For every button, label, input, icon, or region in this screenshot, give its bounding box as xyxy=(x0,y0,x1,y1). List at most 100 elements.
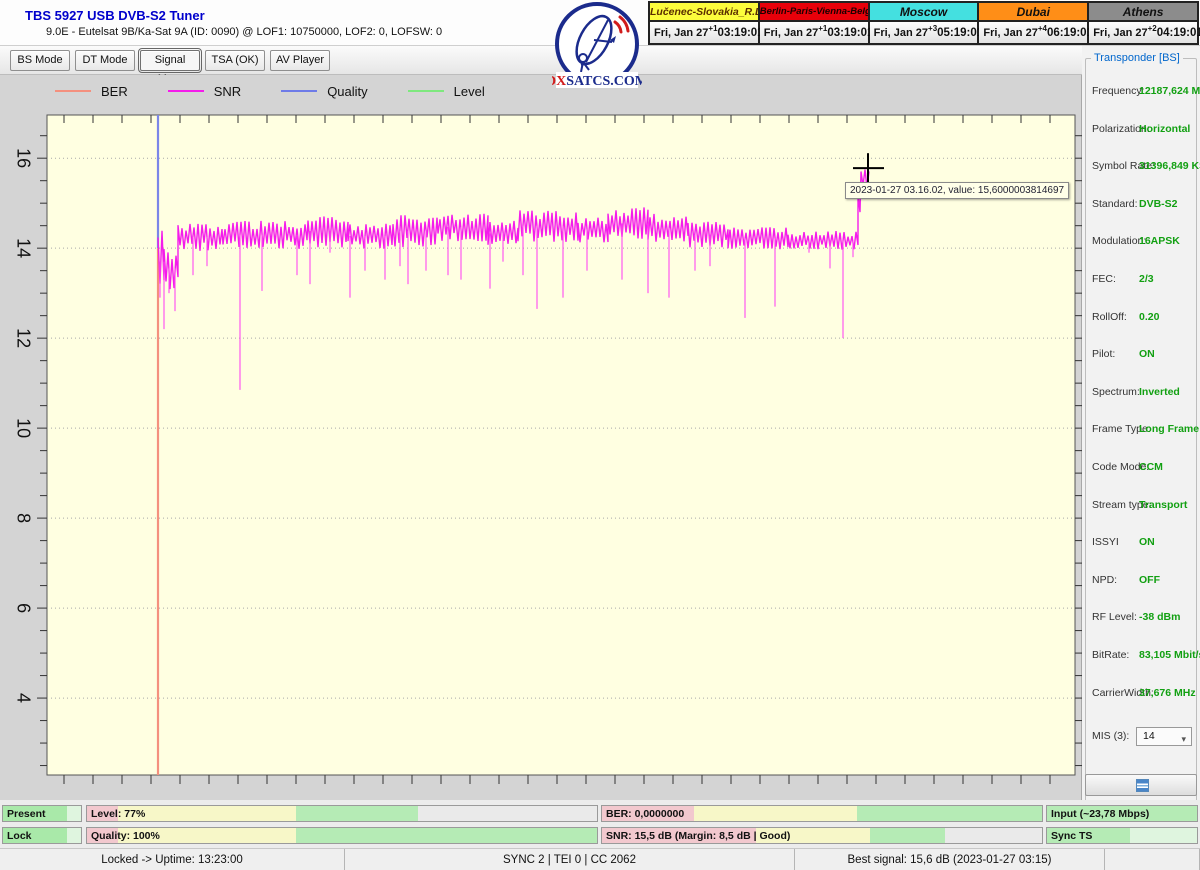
y-axis-label: 6 xyxy=(13,603,33,613)
tp-label: Standard: xyxy=(1092,198,1138,210)
clock-time: 06:19:01 xyxy=(1047,27,1093,39)
tp-value: 31396,849 KS/s xyxy=(1139,160,1200,172)
chart-tooltip: 2023-01-27 03.16.02, value: 15,600000381… xyxy=(845,182,1069,199)
tp-value: Inverted xyxy=(1139,386,1180,398)
stream-list-icon xyxy=(1136,779,1149,792)
tp-value: OFF xyxy=(1139,574,1160,586)
lock-indicator-label: Lock xyxy=(7,828,32,844)
tp-value: 16APSK xyxy=(1139,235,1180,247)
clock-cell-4: AthensFri, Jan 27+204:19:01 xyxy=(1089,3,1197,43)
clock-utc-offset: +2 xyxy=(1148,24,1157,33)
tp-value: -38 dBm xyxy=(1139,611,1180,623)
logo-dx: DX xyxy=(552,74,566,89)
status-section-3 xyxy=(1105,849,1200,870)
transponder-sidebar: Transponder [BS] Frequency:12187,624 MHz… xyxy=(1082,46,1200,800)
clock-city: Berlin-Paris-Vienna-Belgrade xyxy=(760,3,868,22)
input-bar: Input (~23,78 Mbps) xyxy=(1046,805,1198,822)
level-bar-label: Level: 77% xyxy=(91,806,145,822)
clock-utc-offset: +1 xyxy=(708,24,717,33)
quality-bar: Quality: 100% xyxy=(86,827,598,844)
ber-bar: BER: 0,0000000 xyxy=(601,805,1043,822)
clock-datetime: Fri, Jan 27+204:19:01 xyxy=(1089,22,1197,43)
snr-bar-label: SNR: 15,5 dB (Margin: 8,5 dB | Good) xyxy=(606,828,790,844)
bar-segment xyxy=(870,828,945,843)
status-bar: Locked -> Uptime: 13:23:00SYNC 2 | TEI 0… xyxy=(0,848,1200,870)
clock-datetime: Fri, Jan 27+103:19:01 xyxy=(650,22,758,43)
clock-date: Fri, Jan 27 xyxy=(764,27,818,39)
y-axis-label: 8 xyxy=(13,513,33,523)
mis-value: 14 xyxy=(1143,730,1155,742)
syncts-bar: Sync TS xyxy=(1046,827,1198,844)
tp-value: Long Frame xyxy=(1139,423,1199,435)
logo-rest: SATCS.COM xyxy=(566,74,642,89)
snr-bar: SNR: 15,5 dB (Margin: 8,5 dB | Good) xyxy=(601,827,1043,844)
clock-date: Fri, Jan 27 xyxy=(654,27,708,39)
clock-utc-offset: +1 xyxy=(818,24,827,33)
tab-bs-mode[interactable]: BS Mode xyxy=(10,50,70,71)
tp-label: FEC: xyxy=(1092,273,1116,285)
y-axis-label: 10 xyxy=(13,418,33,438)
bar-segment xyxy=(1130,828,1198,843)
tp-label: RF Level: xyxy=(1092,611,1137,623)
tab-tsa-ok-[interactable]: TSA (OK) xyxy=(205,50,265,71)
status-indicator-bars: Present Level: 77% BER: 0,0000000 Input (~2… xyxy=(0,800,1200,848)
y-axis-label: 16 xyxy=(13,148,33,168)
clock-city: Moscow xyxy=(870,3,978,22)
lock-indicator: Lock xyxy=(2,827,82,844)
bar-segment xyxy=(296,806,418,821)
tp-value: Transport xyxy=(1139,499,1187,511)
svg-text:DXSATCS.COM: DXSATCS.COM xyxy=(552,74,642,89)
ber-bar-label: BER: 0,0000000 xyxy=(606,806,684,822)
clock-date: Fri, Jan 27 xyxy=(983,27,1037,39)
plot-area[interactable] xyxy=(47,115,1075,775)
signal-monitor-panel[interactable]: BERSNRQualityLevel 16141210864 2023-01-2… xyxy=(0,75,1082,800)
clock-time: 03:19:01 xyxy=(718,27,764,39)
level-bar: Level: 77% xyxy=(86,805,598,822)
tp-value: 2/3 xyxy=(1139,273,1154,285)
tab-signal-mon-[interactable]: Signal Mon. xyxy=(140,50,200,71)
present-indicator-label: Present xyxy=(7,806,46,822)
mis-dropdown[interactable]: 14 ▾ xyxy=(1136,727,1192,746)
stream-list-button[interactable] xyxy=(1085,774,1197,796)
tp-value: CCM xyxy=(1139,461,1163,473)
bar-segment xyxy=(694,806,857,821)
bar-segment xyxy=(945,828,1042,843)
clock-utc-offset: +3 xyxy=(928,24,937,33)
clock-time: 04:19:01 xyxy=(1157,27,1200,39)
clock-city: Lučenec-Slovakia_R.Dávid xyxy=(650,3,758,22)
clock-datetime: Fri, Jan 27+406:19:01 xyxy=(979,22,1087,43)
clock-city: Dubai xyxy=(979,3,1087,22)
tp-value: DVB-S2 xyxy=(1139,198,1178,210)
tp-value: 0.20 xyxy=(1139,311,1159,323)
clock-utc-offset: +4 xyxy=(1038,24,1047,33)
tp-label: Pilot: xyxy=(1092,348,1115,360)
clock-date: Fri, Jan 27 xyxy=(1093,27,1147,39)
mis-label: MIS (3): xyxy=(1092,730,1129,742)
tp-value: 12187,624 MHz xyxy=(1139,85,1200,97)
clock-city: Athens xyxy=(1089,3,1197,22)
tp-label: BitRate: xyxy=(1092,649,1129,661)
y-axis-label: 12 xyxy=(13,328,33,348)
chevron-down-icon: ▾ xyxy=(1181,731,1186,748)
tab-av-player[interactable]: AV Player xyxy=(270,50,330,71)
syncts-bar-label: Sync TS xyxy=(1051,828,1092,844)
clock-cell-3: DubaiFri, Jan 27+406:19:01 xyxy=(979,3,1089,43)
clock-date: Fri, Jan 27 xyxy=(874,27,928,39)
clock-datetime: Fri, Jan 27+305:19:01 xyxy=(870,22,978,43)
status-section-0: Locked -> Uptime: 13:23:00 xyxy=(0,849,345,870)
dxsatcs-logo: DXSATCS.COM xyxy=(552,2,642,92)
tp-label: Frequency: xyxy=(1092,85,1145,97)
tab-dt-mode[interactable]: DT Mode xyxy=(75,50,135,71)
tuner-subtitle: 9.0E - Eutelsat 9B/Ka-Sat 9A (ID: 0090) … xyxy=(46,26,442,38)
status-section-2: Best signal: 15,6 dB (2023-01-27 03:15) xyxy=(795,849,1105,870)
satellite-dish-icon: DXSATCS.COM xyxy=(552,2,642,92)
y-axis-label: 14 xyxy=(13,238,33,258)
y-axis-label: 4 xyxy=(13,693,33,703)
transponder-groupbox: Transponder [BS] Frequency:12187,624 MHz… xyxy=(1085,58,1197,814)
quality-bar-label: Quality: 100% xyxy=(91,828,160,844)
bar-segment xyxy=(857,806,1042,821)
bar-segment xyxy=(419,806,598,821)
tp-value: 83,105 Mbit/s xyxy=(1139,649,1200,661)
mis-row: MIS (3): 14 ▾ xyxy=(1086,727,1196,747)
header: TBS 5927 USB DVB-S2 Tuner 9.0E - Eutelsa… xyxy=(0,0,1200,46)
